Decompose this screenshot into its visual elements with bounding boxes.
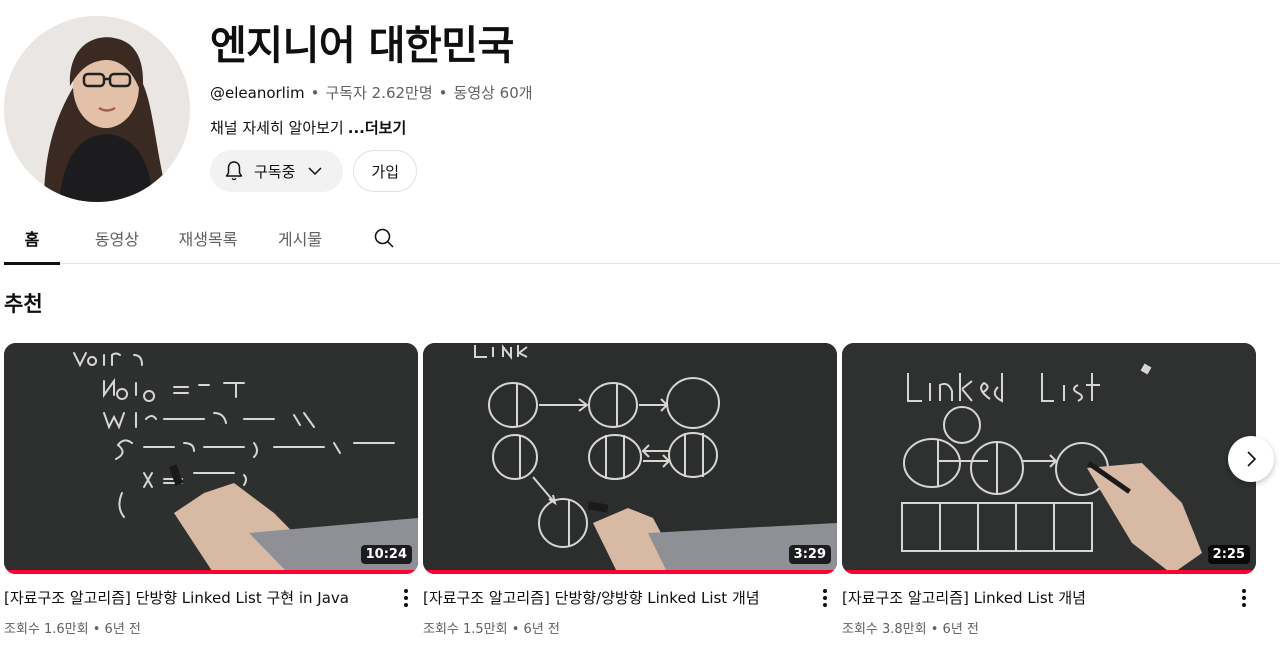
view-count: 조회수 3.8만회 (842, 622, 927, 637)
chevron-down-icon (308, 167, 322, 176)
video-title[interactable]: [자료구조 알고리즘] 단방향 Linked List 구현 in Java (4, 588, 349, 608)
channel-handle: @eleanorlim (210, 83, 305, 102)
section-title: 추천 (4, 292, 43, 316)
video-title-row: [자료구조 알고리즘] 단방향/양방향 Linked List 개념 (423, 588, 837, 608)
tab-videos[interactable]: 동영상 (90, 212, 144, 264)
video-card[interactable]: 10:24 [자료구조 알고리즘] 단방향 Linked List 구현 in … (4, 343, 418, 637)
channel-info: 엔지니어 대한민국 @eleanorlim • 구독자 2.62만명 • 동영상… (210, 18, 533, 138)
separator-dot: • (310, 83, 320, 102)
description-text: 채널 자세히 알아보기 (210, 119, 344, 137)
more-vert-icon-glyph (404, 589, 408, 607)
tab-search[interactable] (364, 212, 404, 264)
more-link[interactable]: ...더보기 (348, 119, 407, 137)
video-card[interactable]: 3:29 [자료구조 알고리즘] 단방향/양방향 Linked List 개념 … (423, 343, 837, 637)
video-title-row: [자료구조 알고리즘] Linked List 개념 (842, 588, 1256, 608)
chalkboard-image (842, 343, 1256, 574)
watch-progress (842, 570, 1256, 574)
video-duration: 3:29 (788, 545, 831, 564)
tab-posts[interactable]: 게시물 (272, 212, 328, 264)
video-meta: 조회수 1.6만회 • 6년 전 (4, 622, 141, 637)
more-vert-icon[interactable] (1234, 588, 1254, 608)
channel-description[interactable]: 채널 자세히 알아보기 ...더보기 (210, 117, 533, 138)
avatar-image (4, 16, 190, 202)
video-title[interactable]: [자료구조 알고리즘] Linked List 개념 (842, 588, 1086, 608)
separator-dot: • (438, 83, 448, 102)
channel-actions: 구독중 가입 (210, 150, 418, 192)
tab-playlists[interactable]: 재생목록 (172, 212, 244, 264)
channel-title: 엔지니어 대한민국 (210, 23, 514, 69)
chalkboard-image (4, 343, 418, 574)
video-thumbnail[interactable]: 3:29 (423, 343, 837, 574)
upload-age: 6년 전 (104, 622, 141, 637)
tab-home[interactable]: 홈 (4, 212, 60, 265)
watch-progress (4, 570, 418, 574)
video-card[interactable]: 2:25 [자료구조 알고리즘] Linked List 개념 조회수 3.8만… (842, 343, 1256, 637)
video-duration: 2:25 (1207, 545, 1250, 564)
video-meta: 조회수 3.8만회 • 6년 전 (842, 622, 979, 637)
search-icon (374, 228, 394, 248)
video-title[interactable]: [자료구조 알고리즘] 단방향/양방향 Linked List 개념 (423, 588, 760, 608)
more-vert-icon[interactable] (396, 588, 416, 608)
video-meta: 조회수 1.5만회 • 6년 전 (423, 622, 560, 637)
video-thumbnail[interactable]: 2:25 (842, 343, 1256, 574)
more-vert-icon[interactable] (815, 588, 835, 608)
video-title-row: [자료구조 알고리즘] 단방향 Linked List 구현 in Java (4, 588, 418, 608)
view-count: 조회수 1.5만회 (423, 622, 508, 637)
channel-tabs: 홈 동영상 재생목록 게시물 (4, 212, 1280, 265)
subscriber-count: 구독자 2.62만명 (325, 84, 433, 102)
bell-icon (225, 161, 243, 181)
shelf-next-button[interactable] (1228, 436, 1274, 482)
upload-age: 6년 전 (942, 622, 979, 637)
channel-meta: @eleanorlim • 구독자 2.62만명 • 동영상 60개 (210, 82, 533, 103)
chevron-right-icon (1247, 451, 1257, 467)
view-count: 조회수 1.6만회 (4, 622, 89, 637)
video-duration: 10:24 (360, 545, 412, 564)
join-button[interactable]: 가입 (353, 150, 418, 192)
watch-progress (423, 570, 837, 574)
upload-age: 6년 전 (523, 622, 560, 637)
video-shelf: 10:24 [자료구조 알고리즘] 단방향 Linked List 구현 in … (4, 343, 1256, 637)
channel-avatar[interactable] (4, 16, 190, 202)
video-count: 동영상 60개 (453, 84, 533, 102)
more-vert-icon-glyph (1242, 589, 1246, 607)
subscribed-button[interactable]: 구독중 (210, 150, 344, 192)
more-vert-icon-glyph (823, 589, 827, 607)
video-thumbnail[interactable]: 10:24 (4, 343, 418, 574)
chalkboard-image (423, 343, 837, 574)
subscribed-label: 구독중 (254, 162, 296, 181)
